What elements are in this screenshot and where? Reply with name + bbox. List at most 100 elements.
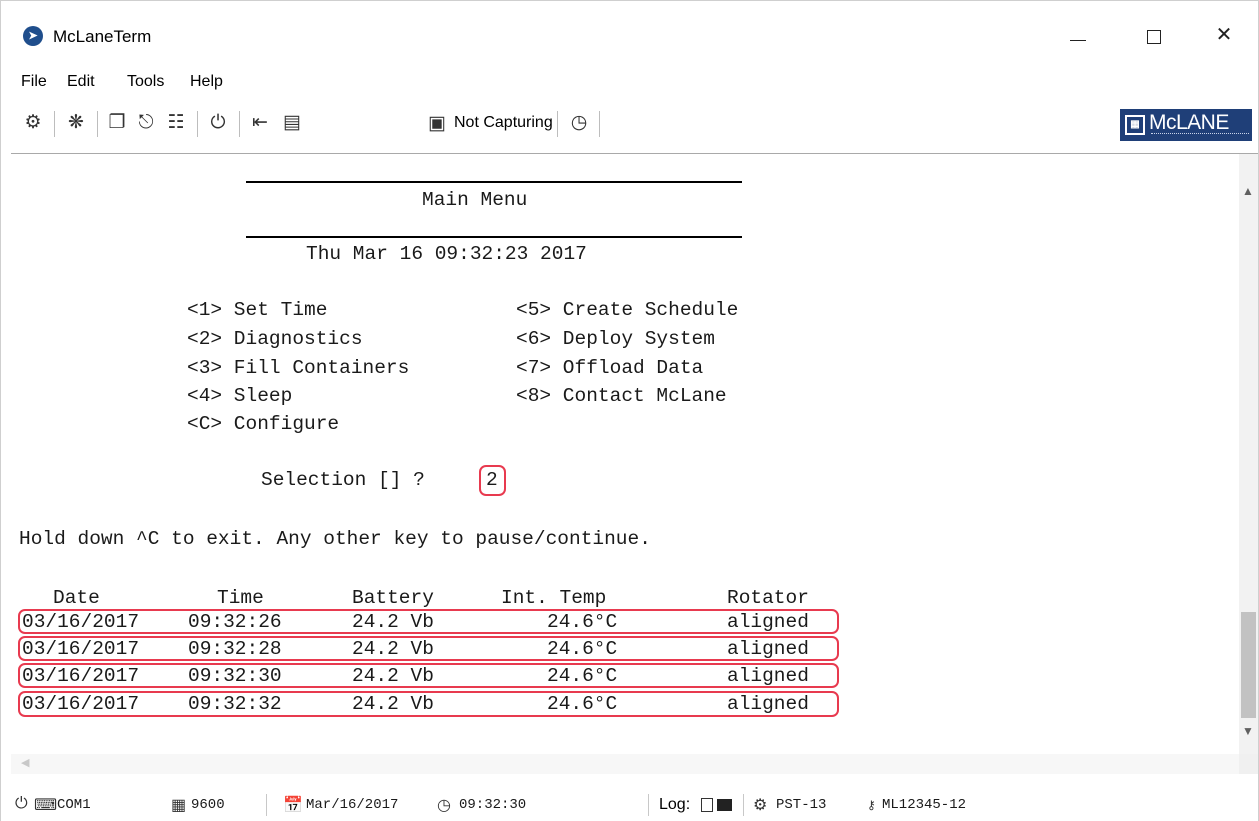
row-temp: 24.6°C [547,693,618,715]
status-separator [266,794,267,816]
timezone-icon: ⚙ [753,797,768,814]
toolbar-separator [97,111,98,137]
menu-option-5: <5> Create Schedule [516,299,739,321]
status-baud: 9600 [191,797,225,813]
menu-title: Main Menu [422,189,528,211]
row-battery: 24.2 Vb [352,693,434,715]
port-icon: ⌨ [34,797,58,814]
logo-underline [1151,133,1249,135]
selection-value: 2 [486,469,498,491]
baud-icon: ▦ [171,797,187,814]
status-time: 09:32:30 [459,797,527,813]
menu-option-3: <3> Fill Containers [187,357,410,379]
row-time: 09:32:32 [188,693,282,715]
minimize-button[interactable] [1054,15,1100,55]
menu-bar: File Edit Tools Help [1,65,1258,97]
menu-option-2: <2> Diagnostics [187,328,363,350]
row-time: 09:32:28 [188,638,282,660]
terminal-output[interactable]: Main Menu Thu Mar 16 09:32:23 2017 <1> S… [11,153,1258,781]
row-temp: 24.6°C [547,638,618,660]
row-rotator: aligned [727,638,809,660]
maximize-icon [1147,30,1161,44]
status-timezone: PST-13 [776,797,827,813]
row-time: 09:32:30 [188,665,282,687]
paste-icon[interactable]: ⎋ [134,111,158,135]
row-temp: 24.6°C [547,665,618,687]
col-header-int-temp: Int. Temp [501,587,607,609]
bug-icon[interactable]: ❋ [64,111,88,135]
menu-file[interactable]: File [21,73,47,91]
scroll-left-icon[interactable]: ◀ [21,756,29,769]
logo-mark-icon: ▦ [1125,115,1145,135]
row-date: 03/16/2017 [22,638,140,660]
minimize-icon [1070,40,1086,41]
menu-option-8: <8> Contact McLane [516,385,727,407]
app-icon: ➤ [23,26,43,46]
plug-icon: ⏻ [15,795,28,812]
mclane-logo: ▦ McLANE [1120,109,1252,141]
menu-tools[interactable]: Tools [127,73,164,91]
scrollbar-thumb[interactable] [1241,612,1256,718]
col-header-battery: Battery [352,587,434,609]
close-button[interactable]: ✕ [1201,15,1247,55]
row-battery: 24.2 Vb [352,638,434,660]
row-time: 09:32:26 [188,611,282,633]
menu-edit[interactable]: Edit [67,73,95,91]
calendar-icon: 📅 [283,797,303,814]
row-battery: 24.2 Vb [352,611,434,633]
scroll-up-icon[interactable]: ▲ [1242,184,1254,198]
menu-option-1: <1> Set Time [187,299,328,321]
status-date: Mar/16/2017 [306,797,399,813]
row-date: 03/16/2017 [22,611,140,633]
menu-option-7: <7> Offload Data [516,357,704,379]
maximize-button[interactable] [1131,15,1177,55]
row-rotator: aligned [727,665,809,687]
status-serial: ML12345-12 [882,797,967,813]
log-folder-icon[interactable] [717,799,732,811]
toolbar-separator [54,111,55,137]
power-icon[interactable]: ⏻ [206,111,230,135]
scrollbar-corner [1239,754,1258,774]
row-date: 03/16/2017 [22,693,140,715]
send-icon[interactable]: ⇤ [248,111,272,135]
clipboard-icon[interactable]: ☷ [164,111,188,135]
col-header-date: Date [53,587,100,609]
toolbar-separator [557,111,558,137]
log-file-icon[interactable] [701,798,713,812]
col-header-rotator: Rotator [727,587,809,609]
status-port: COM1 [57,797,91,813]
toolbar-separator [599,111,600,137]
status-bar: ⏻ ⌨ COM1 ▦ 9600 📅 Mar/16/2017 ◷ 09:32:30… [1,788,1258,821]
col-header-time: Time [217,587,264,609]
menu-option-6: <6> Deploy System [516,328,715,350]
capture-icon[interactable]: ▤ [280,111,304,135]
gear-icon[interactable]: ⚙ [21,111,45,135]
status-log-label: Log: [659,796,691,813]
title-bar: ➤ McLaneTerm ✕ [1,1,1258,63]
title-rule-top [246,181,742,183]
key-icon: ⚷ [867,798,876,812]
row-rotator: aligned [727,611,809,633]
menu-option-c: <C> Configure [187,413,340,435]
mclaneterm-window: ➤ McLaneTerm ✕ File Edit Tools Help ⚙ ❋ … [0,0,1259,821]
selection-prompt: Selection [] ? [261,469,425,491]
status-separator [648,794,649,816]
title-rule-bottom [246,236,742,238]
folder-icon: ▣ [428,113,446,134]
toolbar: ⚙ ❋ ❐ ⎋ ☷ ⏻ ⇤ ▤ ▣ Not Capturing ◷ ▦ McLA… [1,101,1258,147]
menu-datetime: Thu Mar 16 09:32:23 2017 [306,243,587,265]
horizontal-scrollbar[interactable]: ◀ [11,754,1239,774]
window-title: McLaneTerm [53,27,152,46]
break-icon[interactable]: ◷ [567,111,591,135]
capture-status[interactable]: Not Capturing [454,114,553,132]
menu-help[interactable]: Help [190,73,223,91]
scroll-down-icon[interactable]: ▼ [1242,724,1254,738]
vertical-scrollbar[interactable]: ▲ ▼ [1239,154,1258,754]
toolbar-separator [197,111,198,137]
row-battery: 24.2 Vb [352,665,434,687]
copy-icon[interactable]: ❐ [105,111,129,135]
row-temp: 24.6°C [547,611,618,633]
clock-icon: ◷ [437,797,451,814]
exit-hint: Hold down ^C to exit. Any other key to p… [19,528,651,550]
logo-text: McLANE [1149,111,1229,134]
